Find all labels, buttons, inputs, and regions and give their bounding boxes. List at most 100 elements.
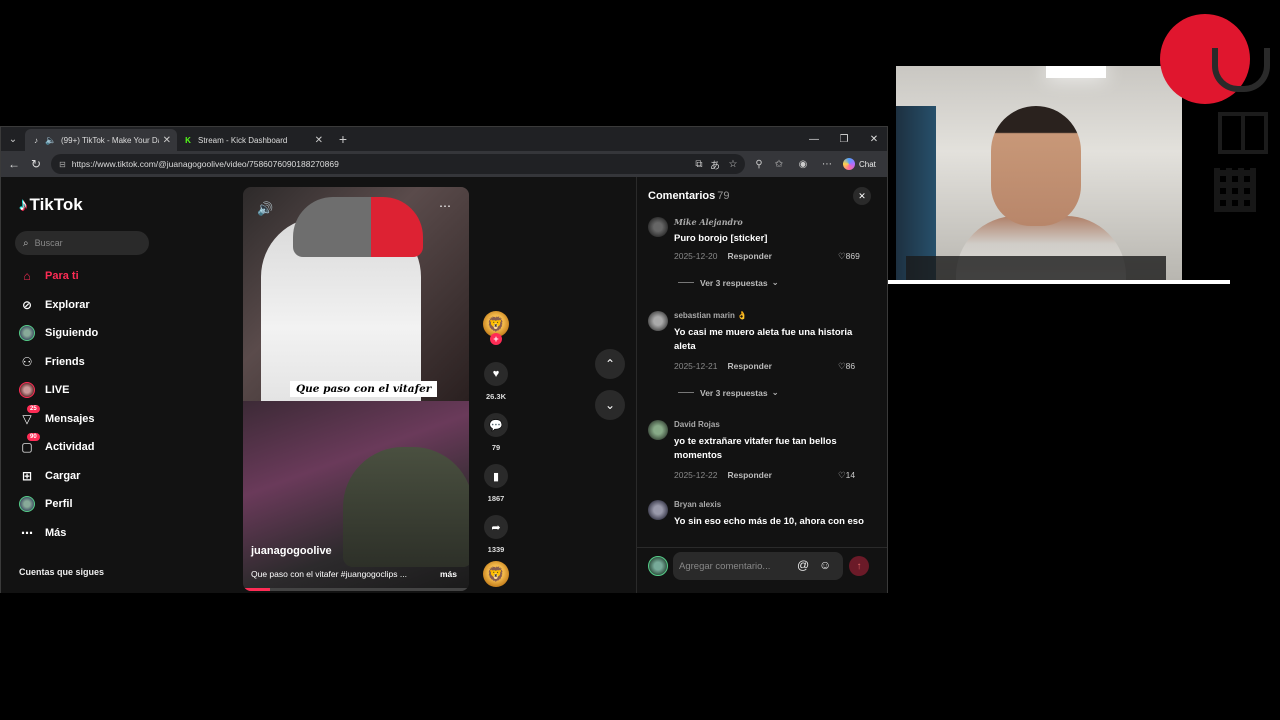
sidebar-item-siguiendo[interactable]: Siguiendo — [19, 324, 98, 342]
kick-icon: K — [185, 135, 191, 145]
comment-like-button[interactable]: ♡86 — [838, 361, 855, 372]
comments-count: 79 — [717, 190, 730, 202]
avatar[interactable] — [648, 420, 668, 440]
video-description: Que paso con el vitafer #juangogoclips .… — [251, 569, 407, 579]
tab-tiktok[interactable]: ♪ 🔈 (99+) TikTok - Make Your Day ✕ — [25, 129, 177, 151]
creator-avatar-button[interactable]: 🦁 + — [483, 311, 509, 345]
translate-icon[interactable]: あ — [707, 156, 723, 172]
sidebar-item-cargar[interactable]: ⊞ Cargar — [19, 467, 81, 485]
comment-like-button[interactable]: ♡869 — [838, 251, 860, 262]
activity-badge: 90 — [27, 433, 40, 441]
webcam-divider — [888, 280, 1230, 284]
tab-list-dropdown[interactable]: ⌄ — [1, 127, 25, 151]
maximize-button[interactable]: ❐ — [829, 127, 859, 151]
copilot-icon — [843, 158, 855, 170]
avatar[interactable] — [648, 500, 668, 520]
comment-item: sebastian marin 👌 Yo casi me muero aleta… — [648, 311, 878, 401]
close-comments-button[interactable]: ✕ — [853, 187, 871, 205]
new-tab-button[interactable]: + — [333, 129, 353, 149]
video-caption-overlay: Que paso con el vitafer — [290, 381, 438, 397]
comment-text: yo te extrañare vitafer fue tan bellos m… — [674, 436, 837, 461]
share-button[interactable]: ➦ 1339 — [483, 515, 509, 554]
close-tab-icon[interactable]: ✕ — [163, 135, 171, 146]
comment-button[interactable]: 💬 79 — [483, 413, 509, 452]
address-bar-row: ← ↻ ⊟ https://www.tiktok.com/@juanagogoo… — [1, 151, 887, 177]
favorite-star-icon[interactable]: ☆ — [725, 156, 741, 172]
video-more-icon[interactable]: ⋯ — [439, 199, 451, 213]
messages-badge: 25 — [27, 405, 40, 413]
sidebar-item-label: Actividad — [45, 441, 95, 453]
activity-icon: ▢ 90 — [19, 433, 40, 455]
sidebar-item-mensajes[interactable]: ▽ 25 Mensajes — [19, 405, 95, 428]
sidebar-item-perfil[interactable]: Perfil — [19, 495, 73, 513]
copilot-chat-button[interactable]: Chat — [843, 155, 876, 173]
url-field[interactable]: ⊟ https://www.tiktok.com/@juanagogoolive… — [51, 154, 745, 174]
send-comment-button[interactable]: ↑ — [849, 556, 869, 576]
next-video-button[interactable]: ⌄ — [595, 390, 625, 420]
video-player[interactable]: Que paso con el vitafer 🔊 ⋯ juanagogooli… — [243, 187, 469, 591]
comment-user[interactable]: David Rojas — [674, 420, 720, 429]
sidebar-item-explorar[interactable]: ⊘ Explorar — [19, 296, 90, 314]
comment-item: Bryan alexis Yo sin eso echo más de 10, … — [648, 500, 878, 540]
chair — [906, 256, 1166, 280]
close-window-button[interactable]: ✕ — [859, 127, 889, 151]
sidebar-item-mas[interactable]: ⋯ Más — [19, 524, 66, 542]
follow-plus-icon[interactable]: + — [490, 333, 502, 345]
minimize-button[interactable]: — — [799, 127, 829, 151]
replies-line — [678, 392, 694, 393]
site-info-icon[interactable]: ⊟ — [59, 160, 66, 169]
avatar[interactable] — [648, 217, 668, 237]
save-button[interactable]: ▮ 1867 — [483, 464, 509, 503]
reload-button[interactable]: ↻ — [25, 153, 47, 175]
sound-avatar-button[interactable]: 🦁 — [483, 561, 509, 587]
sidebar-item-friends[interactable]: ⚇ Friends — [19, 353, 85, 371]
search-input[interactable]: ⌕ Buscar — [15, 231, 149, 255]
like-button[interactable]: ♥ 26.3K — [483, 362, 509, 401]
view-replies-button[interactable]: Ver 3 respuestas ⌄ — [678, 277, 779, 288]
messages-icon: ▽ 25 — [19, 405, 40, 427]
comment-user[interactable]: Mike Alejandro — [674, 217, 743, 227]
tiktok-logo[interactable]: ♪ TikTok — [19, 195, 83, 215]
search-placeholder: Buscar — [34, 238, 63, 248]
extensions-icon[interactable]: ⚲ — [751, 156, 767, 172]
comment-user[interactable]: Bryan alexis — [674, 500, 721, 509]
heart-outline-icon: ♡ — [838, 470, 846, 480]
avatar[interactable] — [648, 311, 668, 331]
video-progress-bar[interactable] — [243, 588, 469, 591]
reply-button[interactable]: Responder — [727, 470, 771, 480]
profile-avatar — [19, 496, 35, 512]
emoji-icon[interactable]: ☺ — [819, 558, 831, 572]
sidebar-item-live[interactable]: LIVE — [19, 381, 69, 399]
upload-icon: ⊞ — [21, 469, 33, 483]
speaker-icon[interactable]: 🔈 — [45, 135, 56, 145]
volume-icon[interactable]: 🔊 — [257, 201, 273, 217]
replies-line — [678, 282, 694, 283]
tab-kick[interactable]: K Stream - Kick Dashboard ✕ — [177, 129, 329, 151]
menu-dots-icon[interactable]: ⋯ — [819, 156, 835, 172]
view-replies-button[interactable]: Ver 3 respuestas ⌄ — [678, 387, 779, 398]
comment-input[interactable]: Agregar comentario... @ ☺ — [673, 552, 843, 580]
profile-icon[interactable]: ◉ — [795, 156, 811, 172]
description-more-link[interactable]: más — [440, 569, 457, 579]
favorites-icon[interactable]: ✩ — [771, 156, 787, 172]
reply-button[interactable]: Responder — [727, 251, 771, 261]
avatar — [648, 556, 668, 576]
previous-video-button[interactable]: ⌃ — [595, 349, 625, 379]
open-in-app-icon[interactable]: ⧉ — [691, 156, 707, 172]
sidebar-item-para-ti[interactable]: ⌂ Para ti — [19, 267, 78, 285]
following-avatar — [19, 325, 35, 341]
comment-meta: 2025-12-21 Responder — [674, 361, 772, 371]
comment-like-button[interactable]: ♡14 — [838, 470, 855, 481]
comment-composer: Agregar comentario... @ ☺ ↑ — [637, 547, 887, 593]
heart-icon: ♥ — [484, 362, 508, 386]
video-author[interactable]: juanagogoolive — [251, 545, 332, 557]
comments-header: Comentarios 79 — [648, 190, 730, 202]
sidebar-item-actividad[interactable]: ▢ 90 Actividad — [19, 433, 95, 456]
comment-user[interactable]: sebastian marin 👌 — [674, 311, 747, 320]
close-tab-icon[interactable]: ✕ — [315, 135, 323, 146]
arrow-up-icon: ↑ — [856, 560, 862, 572]
back-button[interactable]: ← — [3, 153, 25, 175]
reply-button[interactable]: Responder — [727, 361, 771, 371]
mention-icon[interactable]: @ — [797, 558, 809, 572]
sidebar-item-label: Siguiendo — [45, 327, 99, 339]
